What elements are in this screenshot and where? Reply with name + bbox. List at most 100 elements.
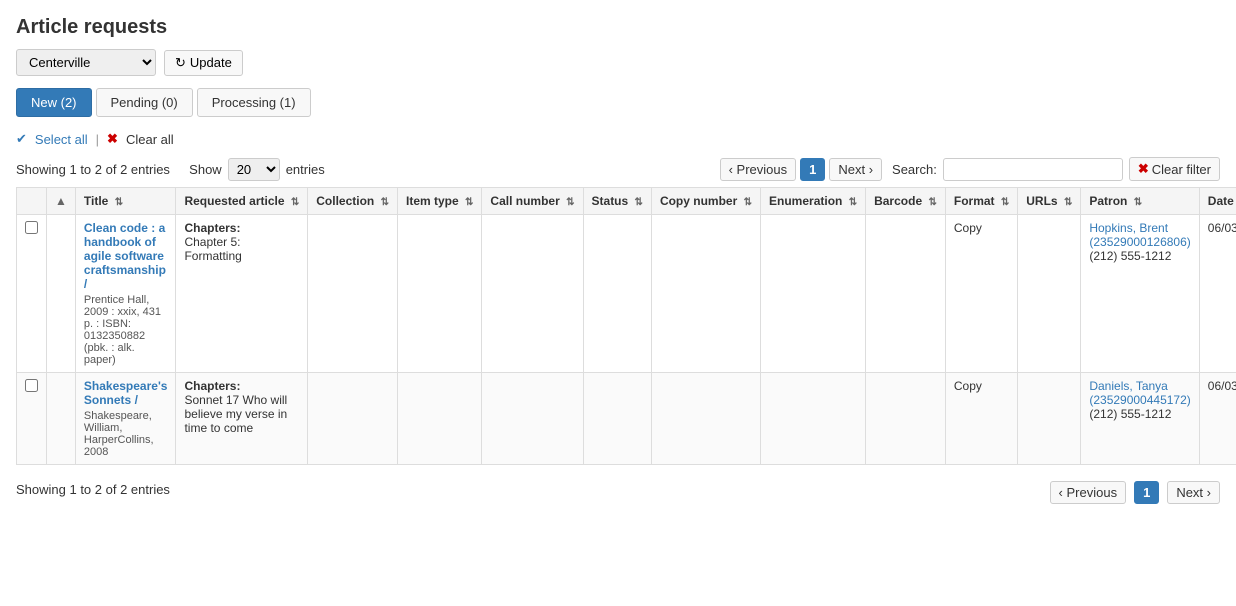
article-requests-table: ▲ Title ⇅ Requested article ⇅ Collection…: [16, 187, 1236, 465]
col-item-type[interactable]: Item type ⇅: [398, 188, 482, 215]
library-select[interactable]: Centerville: [16, 49, 156, 76]
row-title: Shakespeare's Sonnets / Shakespeare, Wil…: [75, 373, 176, 465]
refresh-icon: ↻: [175, 55, 186, 71]
library-select-row: Centerville ↻ Update: [16, 49, 1220, 76]
sort-icon-call: ⇅: [566, 197, 574, 208]
check-icon: ✔: [16, 131, 27, 147]
row-format: Copy: [945, 215, 1017, 373]
show-entries-left: Showing 1 to 2 of 2 entries Show 20 10 5…: [16, 158, 325, 181]
table-controls-bottom: Showing 1 to 2 of 2 entries ‹ Previous 1…: [16, 475, 1220, 504]
row-call-number: [482, 215, 583, 373]
showing-text-bottom: Showing 1 to 2 of 2 entries: [16, 482, 170, 497]
row-barcode: [866, 373, 946, 465]
sort-icon-format: ⇅: [1001, 197, 1009, 208]
sort-icon-enum: ⇅: [849, 197, 857, 208]
row-enumeration: [761, 215, 866, 373]
col-collection[interactable]: Collection ⇅: [308, 188, 398, 215]
row-checkbox[interactable]: [17, 215, 47, 373]
row-collection: [308, 373, 398, 465]
col-copy-number[interactable]: Copy number ⇅: [651, 188, 760, 215]
col-format[interactable]: Format ⇅: [945, 188, 1017, 215]
patron-link[interactable]: Daniels, Tanya(23529000445172): [1089, 379, 1190, 407]
row-requested-article: Chapters: Sonnet 17 Who will believe my …: [176, 373, 308, 465]
col-enumeration[interactable]: Enumeration ⇅: [761, 188, 866, 215]
sort-icon-title: ⇅: [115, 197, 123, 208]
showing-text-top: Showing 1 to 2 of 2 entries: [16, 162, 170, 177]
sort-icon-coll: ⇅: [381, 197, 389, 208]
next-page-top[interactable]: Next ›: [829, 158, 882, 181]
current-page-top: 1: [800, 158, 825, 181]
search-row: Search: ✖ Clear filter: [892, 157, 1220, 181]
title-link[interactable]: Clean code : a handbook of agile softwar…: [84, 221, 166, 291]
col-date[interactable]: Date ⇅: [1199, 188, 1236, 215]
pagination-bottom: ‹ Previous 1 Next ›: [1050, 481, 1220, 504]
title-subtitle: Prentice Hall, 2009 : xxix, 431 p. : ISB…: [84, 294, 168, 366]
row-patron: Hopkins, Brent(23529000126806) (212) 555…: [1081, 215, 1199, 373]
sort-icon-copy: ⇅: [744, 197, 752, 208]
clear-filter-button[interactable]: ✖ Clear filter: [1129, 157, 1220, 181]
col-call-number[interactable]: Call number ⇅: [482, 188, 583, 215]
next-page-bottom[interactable]: Next ›: [1167, 481, 1220, 504]
pagination-top: ‹ Previous 1 Next ›: [720, 158, 882, 181]
col-requested-article[interactable]: Requested article ⇅: [176, 188, 308, 215]
patron-phone: (212) 555-1212: [1089, 407, 1171, 421]
patron-phone: (212) 555-1212: [1089, 249, 1171, 263]
chapters-label: Chapters:: [184, 379, 240, 393]
search-input[interactable]: [943, 158, 1123, 181]
row-date: 06/03/2022: [1199, 215, 1236, 373]
row-patron: Daniels, Tanya(23529000445172) (212) 555…: [1081, 373, 1199, 465]
select-all-link[interactable]: Select all: [35, 132, 88, 147]
tab-new[interactable]: New (2): [16, 88, 92, 117]
col-status[interactable]: Status ⇅: [583, 188, 651, 215]
row-sort-indicator: [47, 215, 76, 373]
col-patron[interactable]: Patron ⇅: [1081, 188, 1199, 215]
col-urls[interactable]: URLs ⇅: [1018, 188, 1081, 215]
sort-icon-patron: ⇅: [1134, 197, 1142, 208]
title-link[interactable]: Shakespeare's Sonnets /: [84, 379, 168, 407]
row-date: 06/03/2022: [1199, 373, 1236, 465]
page-title: Article requests: [16, 16, 1220, 39]
prev-page-top[interactable]: ‹ Previous: [720, 158, 797, 181]
tab-pending[interactable]: Pending (0): [96, 88, 193, 117]
col-checkbox: [17, 188, 47, 215]
row-status: [583, 215, 651, 373]
entries-label: entries: [286, 162, 325, 177]
title-subtitle: Shakespeare, William, HarperCollins, 200…: [84, 410, 168, 458]
patron-link[interactable]: Hopkins, Brent(23529000126806): [1089, 221, 1190, 249]
row-checkbox[interactable]: [17, 373, 47, 465]
row-enumeration: [761, 373, 866, 465]
col-sort[interactable]: ▲: [47, 188, 76, 215]
row-format: Copy: [945, 373, 1017, 465]
clear-all-link[interactable]: Clear all: [126, 132, 174, 147]
search-label: Search:: [892, 162, 937, 177]
tab-processing[interactable]: Processing (1): [197, 88, 311, 117]
row-title: Clean code : a handbook of agile softwar…: [75, 215, 176, 373]
row-copy-number: [651, 215, 760, 373]
current-page-bottom: 1: [1134, 481, 1159, 504]
chapters-value: Sonnet 17 Who will believe my verse in t…: [184, 393, 287, 435]
row-copy-number: [651, 373, 760, 465]
chapters-value: Chapter 5: Formatting: [184, 235, 241, 263]
show-label: Show: [189, 162, 222, 177]
entries-select[interactable]: 20 10 50 100: [228, 158, 280, 181]
row-item-type: [398, 215, 482, 373]
table-row: Shakespeare's Sonnets / Shakespeare, Wil…: [17, 373, 1236, 465]
row-urls: [1018, 373, 1081, 465]
select-clear-row: ✔ Select all | ✖ Clear all: [16, 131, 1220, 147]
x-clear-icon: ✖: [107, 131, 118, 147]
row-requested-article: Chapters: Chapter 5: Formatting: [176, 215, 308, 373]
row-call-number: [482, 373, 583, 465]
sort-icon-req: ⇅: [291, 197, 299, 208]
row-collection: [308, 215, 398, 373]
table-row: Clean code : a handbook of agile softwar…: [17, 215, 1236, 373]
sort-icon-barcode: ⇅: [928, 197, 936, 208]
col-title[interactable]: Title ⇅: [75, 188, 176, 215]
sort-icon-urls: ⇅: [1064, 197, 1072, 208]
prev-page-bottom[interactable]: ‹ Previous: [1050, 481, 1127, 504]
col-barcode[interactable]: Barcode ⇅: [866, 188, 946, 215]
table-controls-top: Showing 1 to 2 of 2 entries Show 20 10 5…: [16, 157, 1220, 181]
update-button[interactable]: ↻ Update: [164, 50, 243, 76]
tabs-row: New (2) Pending (0) Processing (1): [16, 88, 1220, 117]
row-sort-indicator: [47, 373, 76, 465]
row-barcode: [866, 215, 946, 373]
